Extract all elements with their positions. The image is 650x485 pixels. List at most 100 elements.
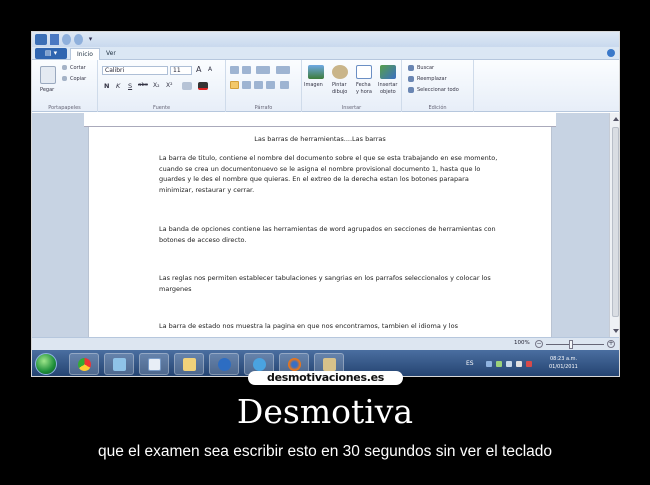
replace-icon[interactable] [408, 76, 414, 82]
align-center-icon[interactable] [242, 81, 251, 89]
status-bar: 100% − + [32, 337, 619, 350]
object-label-2[interactable]: objeto [380, 89, 396, 95]
replace-label[interactable]: Reemplazar [417, 76, 447, 82]
title-bar: ▾ [32, 32, 619, 47]
scroll-down-icon[interactable] [613, 329, 619, 333]
italic-button[interactable]: K [116, 82, 120, 90]
save-icon[interactable] [50, 34, 59, 45]
vertical-scrollbar[interactable] [609, 113, 619, 337]
font-size-select[interactable]: 11 [170, 66, 192, 75]
highlight-icon[interactable] [182, 82, 192, 90]
taskbar-explorer[interactable] [174, 353, 204, 375]
strike-button[interactable]: abc [138, 82, 148, 88]
document-page[interactable]: Las barras de herramientas....Las barras… [88, 127, 552, 338]
zoom-slider[interactable] [546, 344, 604, 345]
scissors-icon[interactable] [62, 65, 67, 70]
ribbon-tabs: ▤ ▾ Inicio Ver [32, 47, 619, 60]
zoom-slider-thumb[interactable] [568, 340, 573, 349]
taskbar-media[interactable] [209, 353, 239, 375]
binoculars-icon[interactable] [408, 65, 414, 71]
calendar-icon[interactable] [356, 65, 372, 79]
clock-time[interactable]: 08:23 a.m. [550, 356, 577, 362]
language-indicator[interactable]: ES [466, 360, 474, 367]
paragraph-status-bar: La barra de estado nos muestra la pagina… [159, 322, 458, 330]
firefox-icon [288, 358, 301, 371]
paint-label-1[interactable]: Pintar [332, 82, 347, 88]
messenger-icon [253, 358, 266, 371]
zoom-level: 100% [514, 340, 530, 346]
copy-label[interactable]: Copiar [70, 76, 86, 82]
paint-app-icon [323, 358, 336, 371]
font-color-icon[interactable] [198, 82, 208, 90]
media-player-icon [218, 358, 231, 371]
object-icon[interactable] [380, 65, 396, 79]
underline-button[interactable]: S [128, 82, 132, 90]
taskbar-chrome[interactable] [69, 353, 99, 375]
zoom-out-button[interactable]: − [535, 340, 543, 348]
justify-icon[interactable] [266, 81, 275, 89]
find-label[interactable]: Buscar [417, 65, 434, 71]
document-area: Las barras de herramientas....Las barras… [32, 113, 609, 338]
decrease-indent-icon[interactable] [230, 66, 239, 74]
copy-icon[interactable] [62, 76, 67, 81]
wordpad-icon [148, 358, 161, 371]
network-icon[interactable] [506, 361, 512, 367]
bold-button[interactable]: N [104, 82, 109, 90]
clock-date[interactable]: 01/01/2011 [549, 364, 578, 370]
zoom-in-button[interactable]: + [607, 340, 615, 348]
image-icon[interactable] [308, 65, 324, 79]
paste-label[interactable]: Pegar [40, 87, 54, 93]
volume-icon[interactable] [516, 361, 522, 367]
select-all-icon[interactable] [408, 87, 414, 93]
caption-subtitle: que el examen sea escribir esto en 30 se… [97, 443, 553, 460]
cut-label[interactable]: Cortar [70, 65, 86, 71]
paragraph-rulers: Las reglas nos permiten establecer tabul… [159, 274, 491, 293]
redo-icon[interactable] [74, 34, 83, 45]
subscript-button[interactable]: X₂ [153, 82, 160, 89]
site-logo: desmotivaciones.es [248, 371, 403, 385]
file-menu-button[interactable]: ▤ ▾ [35, 48, 67, 59]
date-label-2[interactable]: y hora [356, 89, 372, 95]
line-spacing-icon[interactable] [276, 66, 290, 74]
chevron-down-icon[interactable]: ▾ [86, 34, 95, 45]
ruler[interactable] [84, 113, 556, 127]
tray-arrow-icon[interactable] [486, 361, 492, 367]
group-editing: Buscar Reemplazar Seleccionar todo Edici… [402, 60, 474, 112]
app-menu-icon[interactable] [35, 34, 47, 45]
taskbar-apps[interactable] [104, 353, 134, 375]
chrome-icon [78, 358, 91, 371]
group-label-paragraph: Párrafo [254, 105, 273, 111]
scroll-up-icon[interactable] [613, 117, 619, 121]
scroll-thumb[interactable] [612, 127, 619, 317]
align-left-icon[interactable] [230, 81, 239, 89]
select-all-label[interactable]: Seleccionar todo [417, 87, 459, 93]
paragraph-settings-icon[interactable] [280, 81, 289, 89]
date-label-1[interactable]: Fecha [356, 82, 371, 88]
windows-start-icon[interactable] [35, 353, 57, 375]
group-font: Calibri 11 A A N K S abc X₂ X² Fuente [98, 60, 226, 112]
taskbar-wordpad[interactable] [139, 353, 169, 375]
tab-ver[interactable]: Ver [100, 48, 122, 60]
shrink-font-button[interactable]: A [208, 66, 212, 73]
paint-icon[interactable] [332, 65, 348, 79]
paragraph-title-bar: La barra de titulo, contiene el nombre d… [159, 154, 498, 194]
object-label-1[interactable]: Insertar [378, 82, 397, 88]
file-menu-icon: ▤ ▾ [44, 49, 58, 57]
group-insert: Imagen Pintar dibujo Fecha y hora Insert… [302, 60, 402, 112]
superscript-button[interactable]: X² [166, 82, 173, 89]
align-right-icon[interactable] [254, 81, 263, 89]
images-label[interactable]: Imagen [304, 82, 323, 88]
grow-font-button[interactable]: A [196, 65, 201, 74]
paint-label-2[interactable]: dibujo [332, 89, 347, 95]
paste-icon[interactable] [40, 66, 56, 84]
font-family-select[interactable]: Calibri [102, 66, 168, 75]
tray-app-icon[interactable] [496, 361, 502, 367]
group-label-insert: Insertar [341, 105, 362, 111]
undo-icon[interactable] [62, 34, 71, 45]
help-icon[interactable] [607, 49, 615, 57]
group-label-editing: Edición [428, 105, 447, 111]
tray-alert-icon[interactable] [526, 361, 532, 367]
increase-indent-icon[interactable] [242, 66, 251, 74]
tab-inicio[interactable]: Inicio [70, 48, 100, 60]
bullets-icon[interactable] [256, 66, 270, 74]
